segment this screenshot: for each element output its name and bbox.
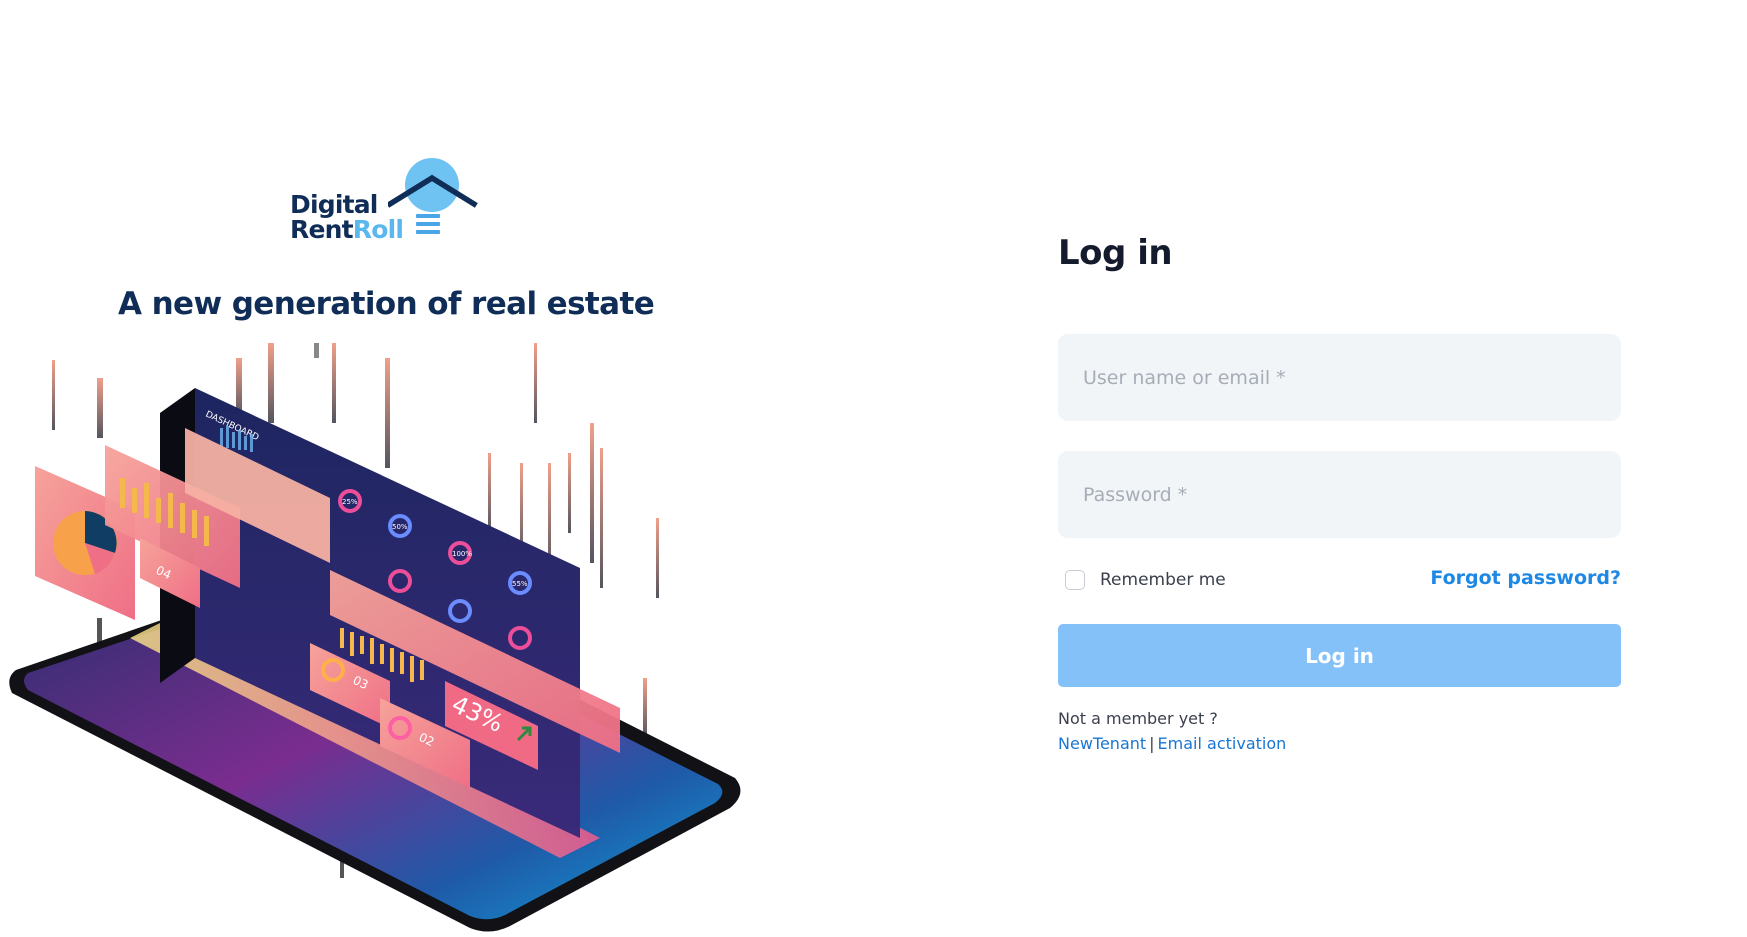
ring-label: 100%: [452, 550, 472, 558]
dashboard-phone-illustration: DASHBOARD 25% 50% 100% 55% 04 03 02 43%: [9, 343, 741, 932]
ring-label: 25%: [342, 498, 358, 506]
logo-word-rent: Rent: [290, 215, 354, 244]
link-separator: |: [1149, 734, 1155, 753]
forgot-password-link[interactable]: Forgot password?: [1390, 567, 1621, 589]
brand-logo: Digital RentRoll: [290, 158, 480, 254]
logo-wordmark: Digital RentRoll: [290, 190, 404, 244]
new-tenant-link[interactable]: NewTenant: [1058, 734, 1146, 753]
login-page: Digital RentRoll A new generation of rea…: [0, 0, 1747, 937]
password-input[interactable]: [1058, 451, 1621, 538]
login-button[interactable]: Log in: [1058, 624, 1621, 687]
remember-me-label: Remember me: [1100, 570, 1226, 590]
logo-word-rentroll: RentRoll: [290, 215, 404, 244]
remember-me-toggle[interactable]: Remember me: [1065, 570, 1226, 590]
signup-links: NewTenant | Email activation: [1058, 734, 1286, 753]
ring-label: 50%: [392, 523, 408, 531]
remember-me-checkbox[interactable]: [1065, 570, 1085, 590]
ring-label: 55%: [512, 580, 528, 588]
not-member-text: Not a member yet ?: [1058, 709, 1218, 728]
email-activation-link[interactable]: Email activation: [1158, 734, 1287, 753]
house-logo-icon: [388, 158, 478, 234]
login-title: Log in: [1058, 233, 1173, 273]
username-email-input[interactable]: [1058, 334, 1621, 421]
logo-word-digital: Digital: [290, 190, 378, 219]
brand-tagline: A new generation of real estate: [118, 286, 655, 322]
